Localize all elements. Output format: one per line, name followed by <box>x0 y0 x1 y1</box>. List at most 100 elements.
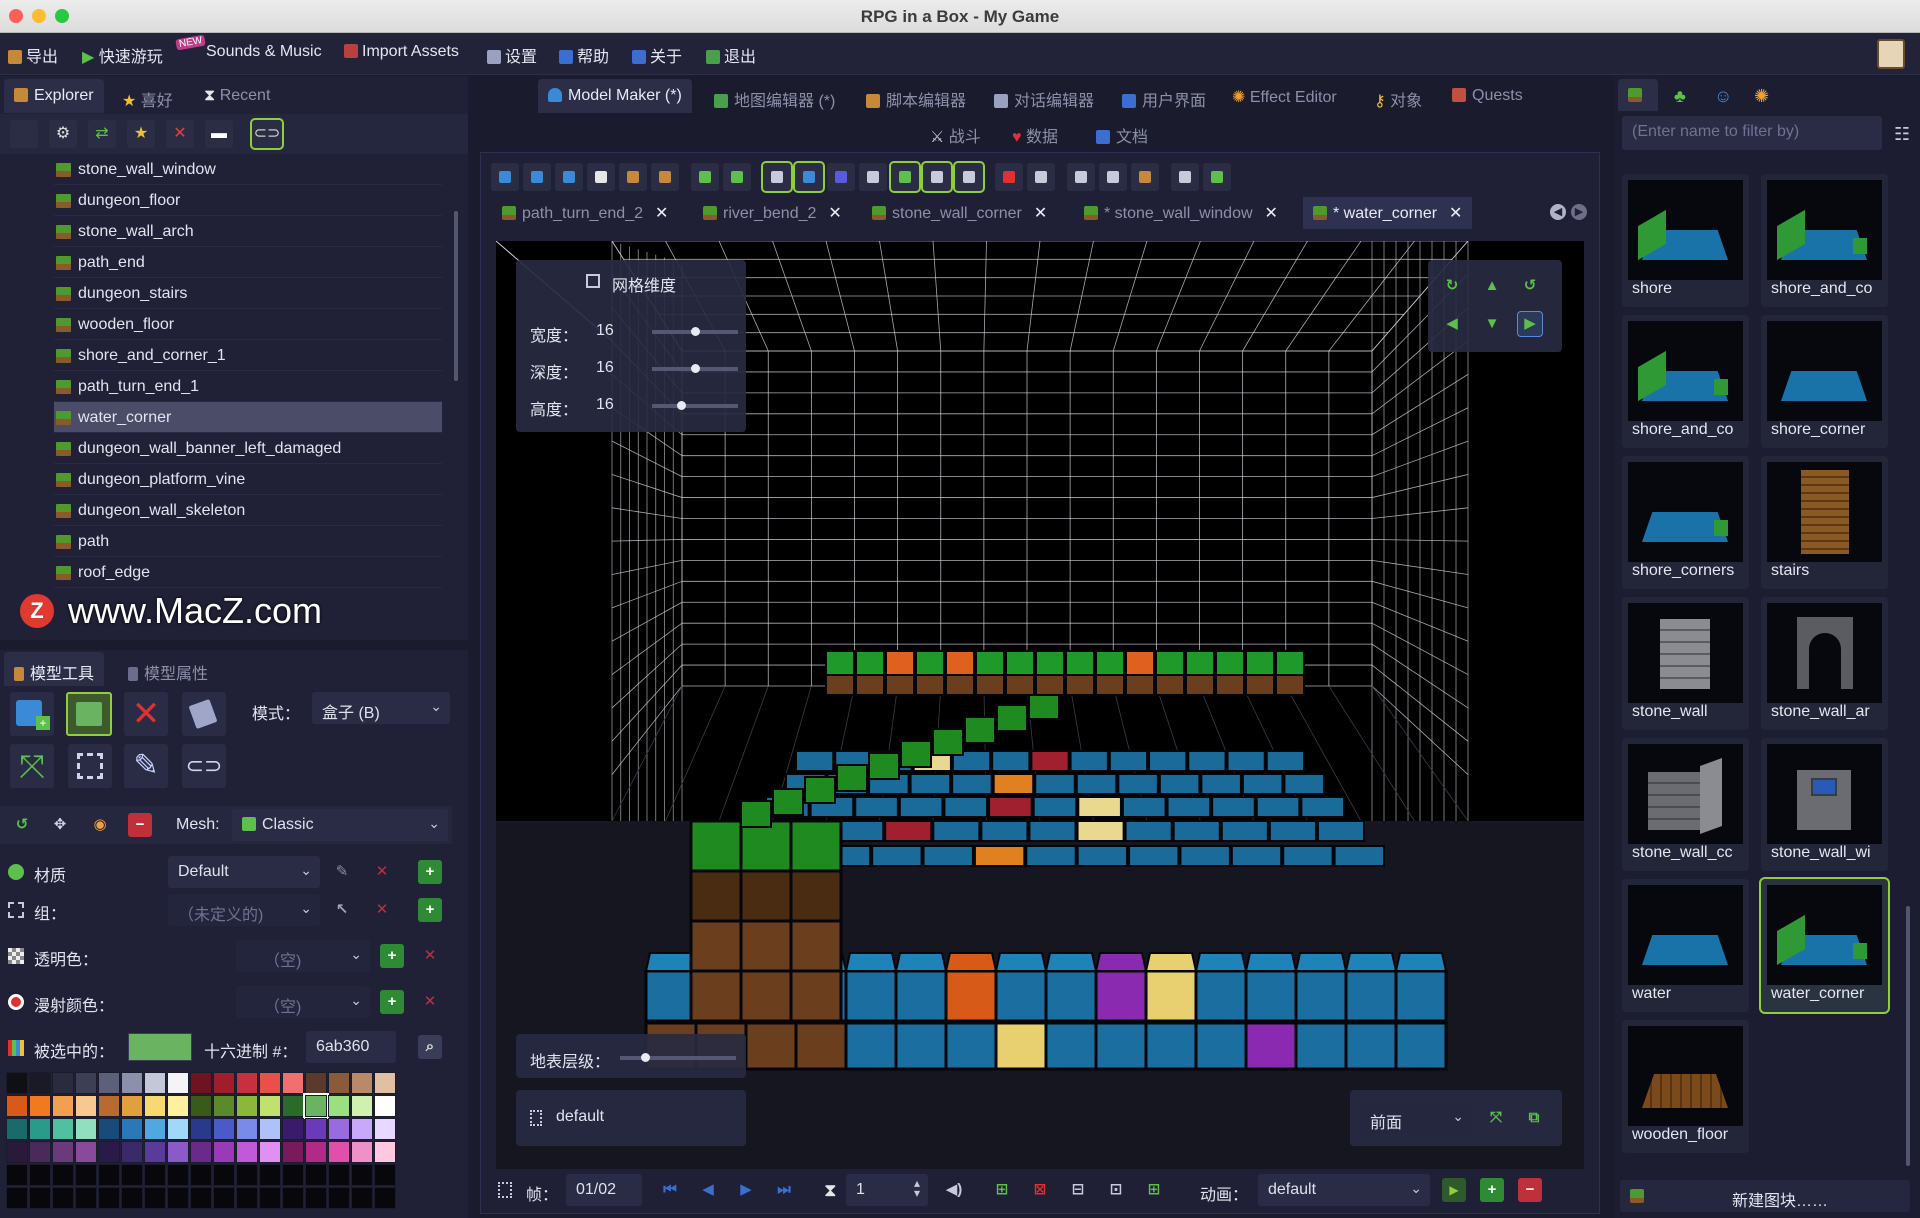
rotate-right-icon[interactable]: ↺ <box>1518 274 1542 298</box>
history-icon[interactable] <box>587 163 615 191</box>
palette-swatch[interactable] <box>351 1072 373 1094</box>
palette-swatch[interactable] <box>213 1187 235 1209</box>
palette-swatch[interactable] <box>213 1164 235 1186</box>
palette-swatch[interactable] <box>305 1164 327 1186</box>
palette-swatch[interactable] <box>52 1095 74 1117</box>
palette-swatch[interactable] <box>236 1164 258 1186</box>
mode-select[interactable]: 盒子 (B) ⌄ <box>312 692 450 724</box>
rotate-left-icon[interactable]: ↻ <box>1440 274 1464 298</box>
palette-swatch[interactable] <box>121 1118 143 1140</box>
link-tool[interactable]: ⊂⊃ <box>182 744 226 788</box>
palette-swatch[interactable] <box>52 1164 74 1186</box>
library-scrollbar[interactable] <box>1906 906 1910 1166</box>
palette-swatch[interactable] <box>303 1093 329 1119</box>
palette-swatch[interactable] <box>305 1187 327 1209</box>
tab-data[interactable]: ♥ 数据 <box>1002 117 1068 147</box>
palette-swatch[interactable] <box>52 1141 74 1163</box>
palette-swatch[interactable] <box>374 1141 396 1163</box>
block-card[interactable]: stone_wall_ar <box>1761 597 1888 730</box>
palette-swatch[interactable] <box>259 1141 281 1163</box>
paint-mode-icon[interactable] <box>953 161 985 193</box>
palette-swatch[interactable] <box>75 1164 97 1186</box>
palette-swatch[interactable] <box>29 1164 51 1186</box>
texture-icon[interactable] <box>1099 163 1127 191</box>
save-as-icon[interactable] <box>555 163 583 191</box>
close-tab-icon[interactable]: ✕ <box>828 205 841 222</box>
doc-tab[interactable]: river_bend_2 ✕ <box>693 197 852 229</box>
palette-swatch[interactable] <box>98 1095 120 1117</box>
block-card[interactable]: stone_wall_wi <box>1761 738 1888 871</box>
palette-swatch[interactable] <box>328 1187 350 1209</box>
prev-frame-icon[interactable]: ◀ <box>696 1178 720 1202</box>
tree-item[interactable]: dungeon_platform_vine <box>54 464 442 495</box>
grid-tiles-icon[interactable] <box>793 161 825 193</box>
block-card[interactable]: shore <box>1622 174 1749 307</box>
palette-swatch[interactable] <box>305 1072 327 1094</box>
palette-swatch[interactable] <box>75 1095 97 1117</box>
export-image-icon[interactable] <box>1067 163 1095 191</box>
explorer-scrollbar[interactable] <box>454 211 458 381</box>
close-tab-icon[interactable]: ✕ <box>1265 205 1278 222</box>
width-value[interactable]: 16 <box>596 322 614 340</box>
palette-swatch[interactable] <box>144 1118 166 1140</box>
palette-swatch[interactable] <box>328 1141 350 1163</box>
add-diffuse-icon[interactable]: + <box>380 990 404 1014</box>
palette-swatch[interactable] <box>52 1118 74 1140</box>
palette-swatch[interactable] <box>144 1164 166 1186</box>
close-tab-icon[interactable]: ✕ <box>1034 205 1047 222</box>
arrow-down-icon[interactable]: ▼ <box>1480 312 1504 336</box>
palette-swatch[interactable] <box>167 1095 189 1117</box>
insert-frame-icon[interactable]: ⊞ <box>1142 1178 1166 1202</box>
eyedropper-tool[interactable]: ✎ <box>124 744 168 788</box>
tree-item[interactable]: path_turn_end_1 <box>54 371 442 402</box>
tree-item[interactable]: dungeon_wall_skeleton <box>54 495 442 526</box>
hex-input[interactable]: 6ab360 <box>306 1031 396 1063</box>
palette-swatch[interactable] <box>374 1164 396 1186</box>
grid-toggle-icon[interactable] <box>761 161 793 193</box>
palette-icon[interactable]: ◉ <box>88 813 112 837</box>
fill-tool[interactable] <box>182 692 226 736</box>
palette-swatch[interactable] <box>29 1095 51 1117</box>
last-frame-icon[interactable]: ⏭ <box>772 1178 796 1202</box>
tab-user-interface[interactable]: 用户界面 <box>1112 79 1216 113</box>
height-slider[interactable] <box>652 401 738 410</box>
add-material-icon[interactable]: + <box>418 860 442 884</box>
sounds-music-menu[interactable]: Sounds & Music <box>206 43 322 61</box>
preview-icon[interactable] <box>995 163 1023 191</box>
palette-swatch[interactable] <box>236 1095 258 1117</box>
color-picker-icon[interactable]: ⌕ <box>418 1035 442 1059</box>
box-icon[interactable] <box>827 163 855 191</box>
block-card[interactable]: stairs <box>1761 456 1888 589</box>
block-card[interactable]: wooden_floor <box>1622 1020 1749 1153</box>
user-avatar-icon[interactable] <box>1877 39 1905 69</box>
tab-quests[interactable]: Quests <box>1442 79 1533 113</box>
width-slider[interactable] <box>652 327 738 336</box>
arrow-left-icon[interactable]: ◀ <box>1440 312 1464 336</box>
palette-swatch[interactable] <box>282 1095 304 1117</box>
tab-recent[interactable]: ⧗ Recent <box>194 79 280 113</box>
palette-swatch[interactable] <box>121 1095 143 1117</box>
folder-icon[interactable] <box>1131 163 1159 191</box>
diffuse-select[interactable]: （空) ⌄ <box>236 986 370 1018</box>
collapse-icon[interactable]: ▬ <box>205 120 233 148</box>
surface-level-slider[interactable] <box>620 1053 736 1062</box>
block-card[interactable]: shore_corners <box>1622 456 1749 589</box>
palette-swatch[interactable] <box>236 1118 258 1140</box>
edit-material-icon[interactable]: ✎ <box>330 860 354 884</box>
add-group-icon[interactable]: + <box>418 898 442 922</box>
close-tab-icon[interactable]: ✕ <box>1449 205 1462 222</box>
palette-swatch[interactable] <box>351 1141 373 1163</box>
palette-swatch[interactable] <box>167 1187 189 1209</box>
frame-settings-icon[interactable]: ⊡ <box>1104 1178 1128 1202</box>
palette-swatch[interactable] <box>6 1118 28 1140</box>
camera-swap-icon[interactable] <box>1027 163 1055 191</box>
quick-play-menu[interactable]: ▶ 快速游玩 <box>82 43 163 67</box>
tree-item[interactable]: wooden_floor <box>54 309 442 340</box>
quit-menu[interactable]: 退出 <box>706 43 756 67</box>
palette-swatch[interactable] <box>328 1164 350 1186</box>
tree-item[interactable]: dungeon_stairs <box>54 278 442 309</box>
palette-swatch[interactable] <box>374 1095 396 1117</box>
add-frame-icon[interactable]: ⊞ <box>990 1178 1014 1202</box>
about-menu[interactable]: 关于 <box>632 43 682 67</box>
palette-swatch[interactable] <box>98 1164 120 1186</box>
